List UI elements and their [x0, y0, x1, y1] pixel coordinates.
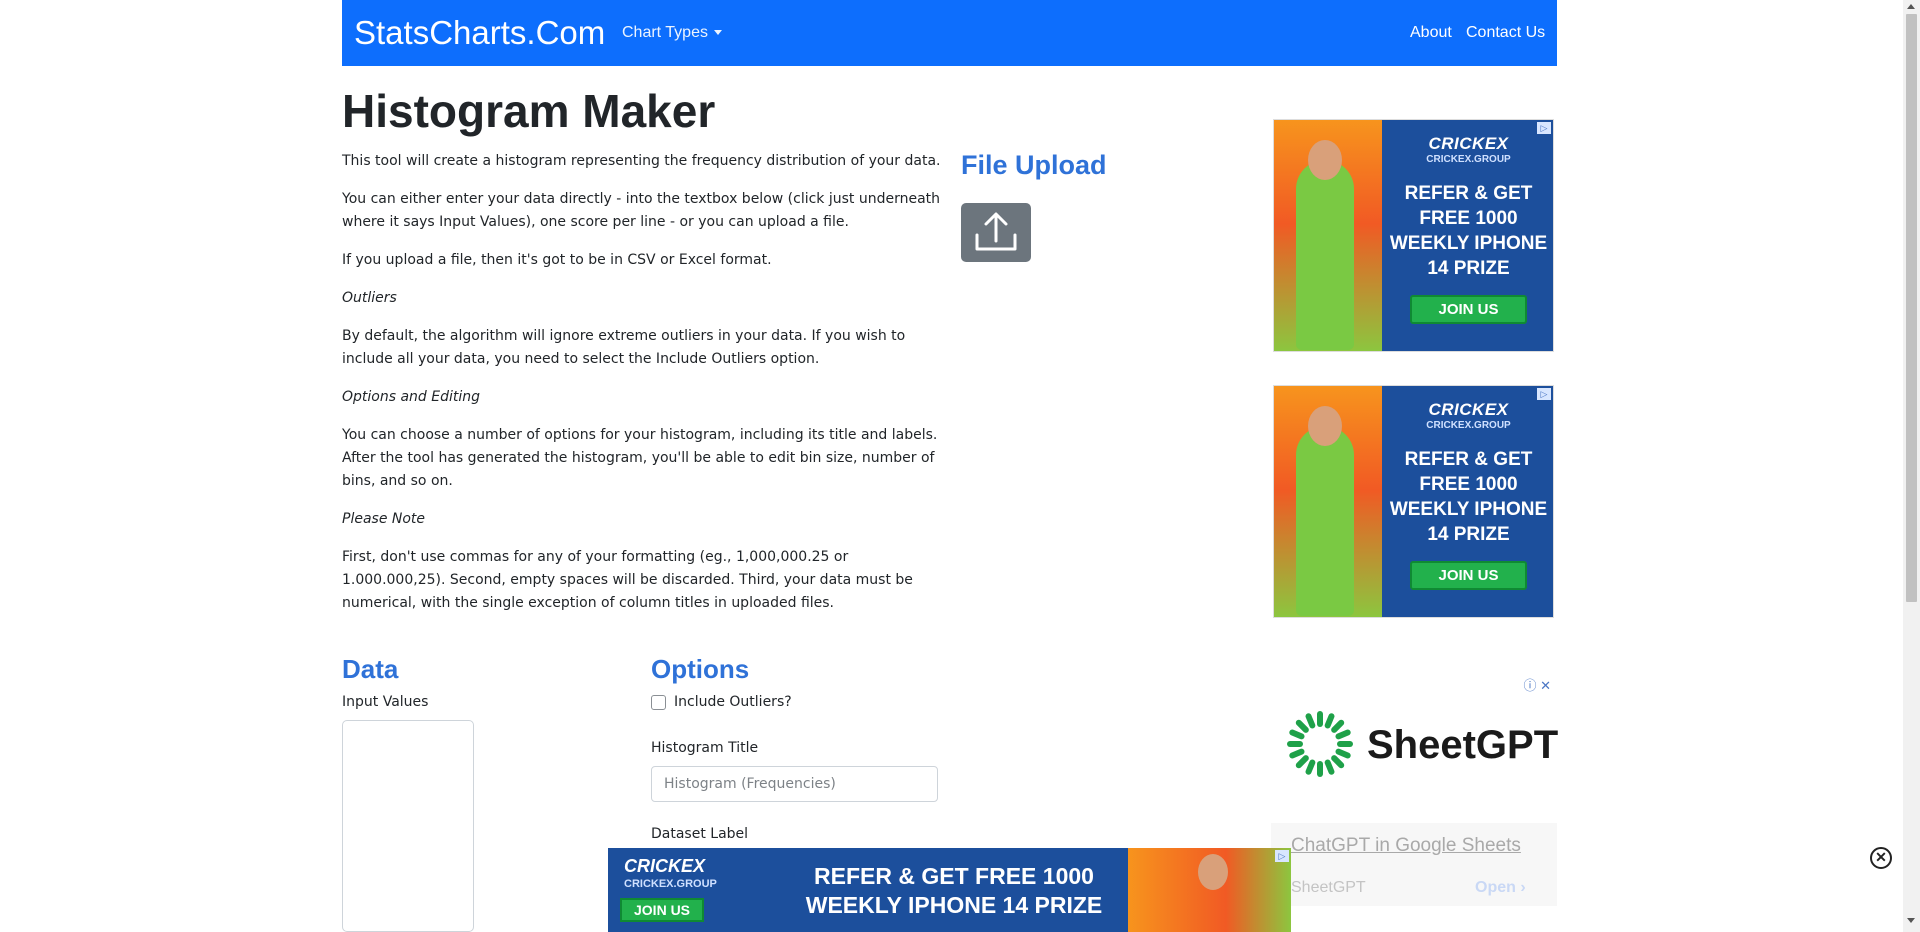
- top-navbar: StatsCharts.Com Chart Types About Contac…: [342, 0, 1557, 66]
- crickex-side-ad[interactable]: CRICKEX CRICKEX.GROUP REFER & GET FREE 1…: [1273, 119, 1554, 352]
- intro-text: This tool will create a histogram repres…: [342, 150, 942, 630]
- ad-join-button[interactable]: JOIN US: [1410, 295, 1527, 324]
- input-values-textarea[interactable]: [342, 720, 474, 932]
- ad-subbrand: CRICKEX.GROUP: [1426, 420, 1511, 431]
- upload-icon: [975, 212, 1017, 251]
- page-title: Histogram Maker: [342, 85, 716, 137]
- input-values-label: Input Values: [342, 694, 429, 710]
- include-outliers-checkbox[interactable]: [651, 694, 666, 710]
- dataset-label-label: Dataset Label: [651, 826, 749, 842]
- banner-brand: CRICKEX: [624, 856, 706, 876]
- nav-about-link[interactable]: About: [1410, 24, 1452, 42]
- intro-paragraph: You can either enter your data directly …: [342, 191, 941, 230]
- scrollbar-thumb[interactable]: [1906, 14, 1917, 602]
- intro-paragraph: This tool will create a histogram repres…: [342, 153, 941, 169]
- please-note-heading: Please Note: [342, 511, 426, 527]
- sheetgpt-logo-icon: [1287, 711, 1353, 777]
- banner-image: [1128, 848, 1291, 932]
- intro-paragraph: You can choose a number of options for y…: [342, 427, 938, 489]
- scroll-up-arrow-icon[interactable]: [1907, 4, 1915, 9]
- intro-paragraph: If you upload a file, then it's got to b…: [342, 252, 772, 268]
- chart-types-dropdown[interactable]: Chart Types: [622, 24, 722, 42]
- options-heading: Options: [651, 654, 750, 684]
- file-upload-button[interactable]: [961, 203, 1031, 262]
- options-editing-heading: Options and Editing: [342, 389, 481, 405]
- crickex-bottom-banner[interactable]: CRICKEX CRICKEX.GROUP JOIN US REFER & GE…: [608, 848, 1291, 932]
- sheetgpt-headline-link[interactable]: ChatGPT in Google Sheets: [1291, 835, 1521, 857]
- outliers-heading: Outliers: [342, 290, 397, 306]
- sheetgpt-ad-header: ⓘ ✕ SheetGPT: [1271, 673, 1559, 823]
- ad-info-icon[interactable]: ▷: [1537, 122, 1551, 134]
- nav-contact-link[interactable]: Contact Us: [1466, 24, 1545, 42]
- ad-brand: CRICKEX: [1428, 134, 1509, 153]
- banner-message: REFER & GET FREE 1000 WEEKLY IPHONE 14 P…: [805, 863, 1103, 918]
- intro-paragraph: First, don't use commas for any of your …: [342, 549, 913, 611]
- include-outliers-option[interactable]: Include Outliers?: [651, 694, 792, 710]
- crickex-side-ad[interactable]: CRICKEX CRICKEX.GROUP REFER & GET FREE 1…: [1273, 385, 1554, 618]
- file-upload-heading: File Upload: [961, 150, 1107, 180]
- ad-message: REFER & GET FREE 1000 WEEKLY IPHONE 14 P…: [1389, 449, 1548, 545]
- sheetgpt-advertiser: SheetGPT: [1291, 879, 1366, 896]
- ad-image: [1308, 406, 1342, 446]
- ad-image: [1296, 426, 1354, 616]
- sheetgpt-ad[interactable]: ⓘ ✕ SheetGPT ChatGPT in Google Sheets Sh…: [1271, 673, 1559, 906]
- ad-image: [1274, 386, 1382, 617]
- sheetgpt-open-label: Open: [1475, 879, 1516, 896]
- caret-down-icon: [713, 30, 722, 36]
- brand-link[interactable]: StatsCharts.Com: [354, 14, 605, 52]
- histogram-title-input[interactable]: [651, 766, 938, 802]
- ad-message: REFER & GET FREE 1000 WEEKLY IPHONE 14 P…: [1389, 183, 1548, 279]
- ad-join-button[interactable]: JOIN US: [1410, 561, 1527, 590]
- page-scrollbar[interactable]: [1903, 0, 1920, 932]
- banner-image: [1198, 854, 1228, 890]
- close-banner-icon[interactable]: ✕: [1870, 847, 1892, 869]
- ad-content: CRICKEX CRICKEX.GROUP REFER & GET FREE 1…: [1382, 120, 1553, 351]
- chart-types-label: Chart Types: [622, 24, 708, 41]
- ad-image: [1308, 140, 1342, 180]
- intro-paragraph: By default, the algorithm will ignore ex…: [342, 328, 906, 367]
- sheetgpt-open-button[interactable]: Open ›: [1475, 879, 1526, 897]
- ad-image: [1274, 120, 1382, 351]
- ad-info-icon[interactable]: ▷: [1275, 850, 1289, 862]
- chevron-right-icon: ›: [1520, 879, 1526, 896]
- ad-brand: CRICKEX: [1428, 400, 1509, 419]
- scroll-down-arrow-icon[interactable]: [1907, 918, 1915, 923]
- ad-subbrand: CRICKEX.GROUP: [1426, 154, 1511, 165]
- banner-join-button[interactable]: JOIN US: [620, 898, 705, 922]
- ad-image: [1296, 160, 1354, 350]
- sheetgpt-logo-text: SheetGPT: [1367, 723, 1559, 767]
- histogram-title-label: Histogram Title: [651, 740, 759, 756]
- data-heading: Data: [342, 654, 399, 684]
- ad-content: CRICKEX CRICKEX.GROUP REFER & GET FREE 1…: [1382, 386, 1553, 617]
- include-outliers-label: Include Outliers?: [674, 694, 792, 710]
- banner-subbrand: CRICKEX.GROUP: [624, 878, 717, 890]
- ad-choices-icon[interactable]: ⓘ ✕: [1523, 675, 1551, 694]
- ad-info-icon[interactable]: ▷: [1537, 388, 1551, 400]
